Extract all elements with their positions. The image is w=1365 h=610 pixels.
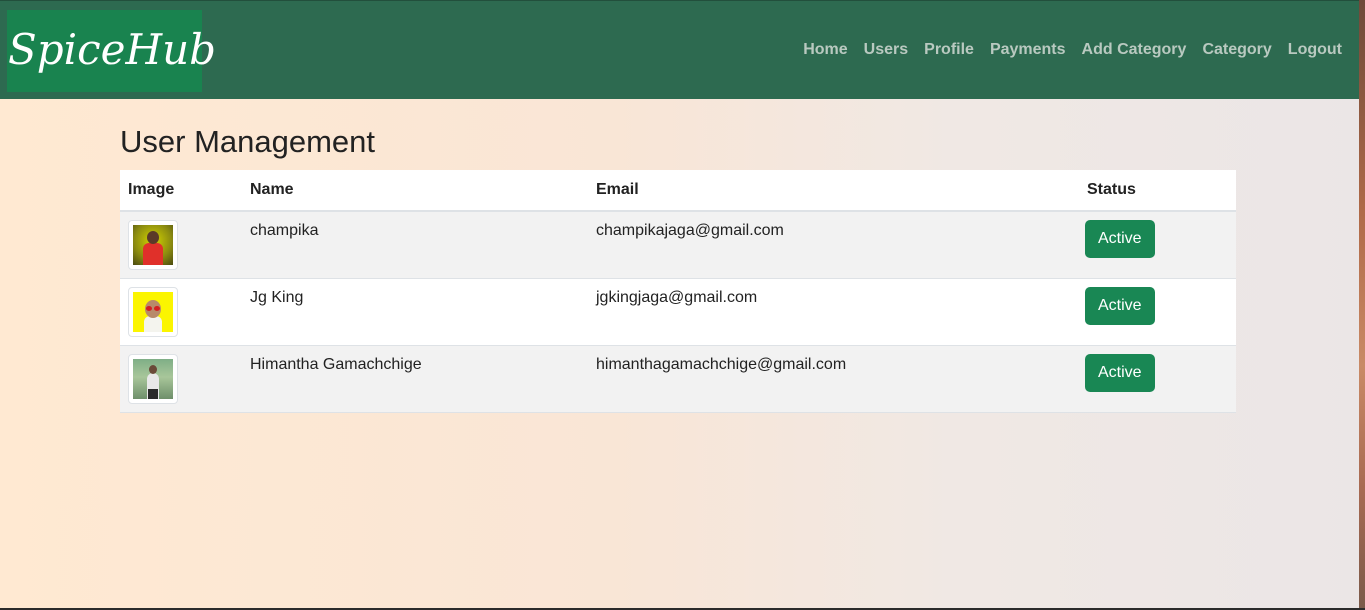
user-status-cell: Active (1079, 278, 1236, 346)
user-avatar (128, 287, 178, 337)
user-email: jgkingjaga@gmail.com (588, 278, 1079, 346)
user-photo-icon (133, 292, 173, 332)
column-header-email: Email (588, 170, 1079, 212)
user-status-cell: Active (1079, 345, 1236, 413)
user-email: himanthagamachchige@gmail.com (588, 345, 1079, 413)
user-photo-icon (133, 359, 173, 399)
status-active-button[interactable]: Active (1085, 220, 1155, 258)
user-name: champika (242, 211, 588, 279)
nav-link-payments[interactable]: Payments (990, 40, 1066, 60)
nav-link-category[interactable]: Category (1202, 40, 1271, 60)
status-active-button[interactable]: Active (1085, 354, 1155, 392)
page-title: User Management (120, 124, 376, 159)
top-navbar: SpiceHub Home Users Profile Payments Add… (0, 0, 1365, 99)
users-table: Image Name Email Status champika champik… (120, 170, 1236, 413)
main-nav: Home Users Profile Payments Add Category… (803, 40, 1342, 60)
column-header-status: Status (1079, 170, 1236, 212)
user-avatar (128, 220, 178, 270)
table-header-row: Image Name Email Status (120, 170, 1236, 212)
table-row: champika champikajaga@gmail.com Active (120, 211, 1236, 279)
user-image-cell (120, 345, 242, 413)
user-image-cell (120, 211, 242, 279)
user-name: Himantha Gamachchige (242, 345, 588, 413)
nav-link-home[interactable]: Home (803, 40, 847, 60)
user-image-cell (120, 278, 242, 346)
status-active-button[interactable]: Active (1085, 287, 1155, 325)
user-name: Jg King (242, 278, 588, 346)
user-status-cell: Active (1079, 211, 1236, 279)
table-row: Himantha Gamachchige himanthagamachchige… (120, 345, 1236, 413)
column-header-name: Name (242, 170, 588, 212)
nav-link-profile[interactable]: Profile (924, 40, 974, 60)
user-photo-icon (133, 225, 173, 265)
brand-logo[interactable]: SpiceHub (7, 10, 216, 92)
user-email: champikajaga@gmail.com (588, 211, 1079, 279)
nav-link-users[interactable]: Users (864, 40, 908, 60)
nav-link-add-category[interactable]: Add Category (1082, 40, 1187, 60)
column-header-image: Image (120, 170, 242, 212)
user-avatar (128, 354, 178, 404)
table-row: Jg King jgkingjaga@gmail.com Active (120, 278, 1236, 346)
background-edge (1359, 0, 1365, 610)
nav-link-logout[interactable]: Logout (1288, 40, 1342, 60)
